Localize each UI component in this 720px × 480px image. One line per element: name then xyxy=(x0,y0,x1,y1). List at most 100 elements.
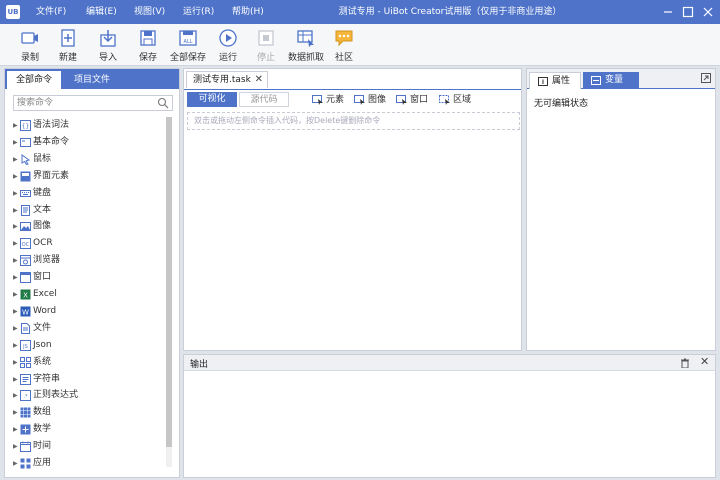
expand-arrow-icon[interactable]: ▶ xyxy=(13,218,18,235)
browser-icon xyxy=(20,255,31,267)
expand-arrow-icon[interactable]: ▶ xyxy=(13,455,18,472)
command-item[interactable]: ▶ 图像 xyxy=(5,218,165,235)
expand-arrow-icon[interactable]: ▶ xyxy=(13,404,18,421)
expand-arrow-icon[interactable]: ▶ xyxy=(13,117,18,134)
command-label: 文本 xyxy=(33,204,52,215)
basic-icon xyxy=(20,137,31,147)
command-item[interactable]: ▶ 数组 xyxy=(5,404,165,421)
editor-toolbar: 可视化 源代码 元素 图像 窗口 区域 xyxy=(184,89,521,109)
expand-arrow-icon[interactable]: ▶ xyxy=(13,354,18,371)
command-item[interactable]: ▶ X Excel xyxy=(5,286,165,303)
command-label: Excel xyxy=(33,289,57,299)
save-all-label: 全部保存 xyxy=(169,53,206,63)
command-item[interactable]: ▶ 键盘 xyxy=(5,185,165,202)
command-panel: 全部命令 项目文件 ▶{}语法词法▶基本命令▶鼠标▶界面元素▶键盘▶文本▶图像▶… xyxy=(4,68,180,478)
expand-arrow-icon[interactable]: ▶ xyxy=(13,168,18,185)
command-label: 语法词法 xyxy=(33,120,70,130)
command-item[interactable]: ▶ 浏览器 xyxy=(5,252,165,269)
expand-arrow-icon[interactable]: ▶ xyxy=(13,303,18,320)
window-capture-icon xyxy=(396,95,407,105)
properties-icon xyxy=(538,77,548,86)
command-item[interactable]: ▶ 系统 xyxy=(5,354,165,371)
expand-arrow-icon[interactable]: ▶ xyxy=(13,134,18,151)
expand-arrow-icon[interactable]: ▶ xyxy=(13,371,18,388)
save-button[interactable]: 保存 xyxy=(126,28,170,64)
command-label: 字符串 xyxy=(33,373,61,384)
command-item[interactable]: ▶ 文件 xyxy=(5,320,165,337)
import-button[interactable]: 导入 xyxy=(86,28,130,64)
close-tab-icon[interactable]: ✕ xyxy=(255,72,263,87)
stop-button[interactable]: 停止 xyxy=(244,28,288,64)
command-item[interactable]: ▶ .* 正则表达式 xyxy=(5,387,165,404)
tab-variables[interactable]: 变量 xyxy=(583,72,639,89)
image-capture-icon xyxy=(354,95,365,105)
tab-variables-label: 变量 xyxy=(605,75,624,85)
menu-edit[interactable]: 编辑(E) xyxy=(86,0,117,24)
minimize-button[interactable] xyxy=(660,4,676,20)
expand-arrow-icon[interactable]: ▶ xyxy=(13,202,18,219)
svg-text:{}: {} xyxy=(22,123,30,130)
minimize-icon xyxy=(664,11,672,13)
tab-properties[interactable]: 属性 xyxy=(529,72,581,89)
community-button[interactable]: 社区 xyxy=(322,28,366,64)
tab-project-files[interactable]: 项目文件 xyxy=(63,71,121,89)
app-logo: UB xyxy=(6,5,20,19)
search-icon[interactable] xyxy=(157,97,169,109)
region-capture-icon xyxy=(439,95,450,105)
tab-all-commands[interactable]: 全部命令 xyxy=(7,71,61,89)
expand-arrow-icon[interactable]: ▶ xyxy=(13,151,18,168)
image-icon xyxy=(20,222,31,232)
stop-icon xyxy=(258,30,274,46)
maximize-button[interactable] xyxy=(680,4,696,20)
code-drop-area[interactable]: 双击或拖动左侧命令插入代码，按Delete键删除命令 xyxy=(187,112,520,130)
svg-text:OC: OC xyxy=(22,242,30,248)
command-item[interactable]: ▶ 基本命令 xyxy=(5,134,165,151)
command-item[interactable]: ▶ 界面元素 xyxy=(5,168,165,185)
math-icon xyxy=(20,424,31,435)
expand-arrow-icon[interactable]: ▶ xyxy=(13,337,18,354)
expand-arrow-icon[interactable]: ▶ xyxy=(13,387,18,404)
close-button[interactable] xyxy=(700,4,716,20)
properties-empty-text: 无可编辑状态 xyxy=(534,99,589,109)
save-all-button[interactable]: ALL 全部保存 xyxy=(166,28,210,64)
visual-mode-button[interactable]: 可视化 xyxy=(187,92,237,107)
command-item[interactable]: ▶ 时间 xyxy=(5,438,165,455)
expand-arrow-icon[interactable]: ▶ xyxy=(13,185,18,202)
expand-arrow-icon[interactable]: ▶ xyxy=(13,252,18,269)
svg-text:.*: .* xyxy=(23,394,28,400)
command-item[interactable]: ▶ {} 语法词法 xyxy=(5,117,165,134)
command-item[interactable]: ▶ 字符串 xyxy=(5,371,165,388)
close-output-icon[interactable]: ✕ xyxy=(700,355,709,368)
menu-run[interactable]: 运行(R) xyxy=(183,0,214,24)
scroll-thumb[interactable] xyxy=(166,117,172,447)
menu-view[interactable]: 视图(V) xyxy=(134,0,165,24)
command-item[interactable]: ▶ JS Json xyxy=(5,337,165,354)
trash-icon[interactable] xyxy=(680,358,690,368)
source-mode-button[interactable]: 源代码 xyxy=(239,92,289,107)
expand-arrow-icon[interactable]: ▶ xyxy=(13,269,18,286)
command-item[interactable]: ▶ OC OCR xyxy=(5,235,165,252)
community-label: 社区 xyxy=(334,53,353,63)
command-item[interactable]: ▶ 数学 xyxy=(5,421,165,438)
command-item[interactable]: ▶ 鼠标 xyxy=(5,151,165,168)
expand-panel-icon[interactable] xyxy=(701,73,711,83)
command-item[interactable]: ▶ 文本 xyxy=(5,202,165,219)
command-item[interactable]: ▶ 应用 xyxy=(5,455,165,472)
document-tab[interactable]: 测试专用.task ✕ xyxy=(186,71,268,88)
command-list-scrollbar[interactable] xyxy=(166,117,172,467)
command-label: 图像 xyxy=(33,221,52,232)
command-label: OCR xyxy=(33,238,53,249)
command-search-input[interactable] xyxy=(17,97,152,109)
array-icon xyxy=(20,407,31,418)
command-item[interactable]: ▶ 窗口 xyxy=(5,269,165,286)
expand-arrow-icon[interactable]: ▶ xyxy=(13,438,18,455)
expand-arrow-icon[interactable]: ▶ xyxy=(13,320,18,337)
new-button[interactable]: 新建 xyxy=(46,28,90,64)
expand-arrow-icon[interactable]: ▶ xyxy=(13,235,18,252)
menu-help[interactable]: 帮助(H) xyxy=(232,0,264,24)
command-item[interactable]: ▶ W Word xyxy=(5,303,165,320)
expand-arrow-icon[interactable]: ▶ xyxy=(13,421,18,438)
expand-arrow-icon[interactable]: ▶ xyxy=(13,286,18,303)
import-label: 导入 xyxy=(98,53,117,63)
menu-file[interactable]: 文件(F) xyxy=(36,0,66,24)
